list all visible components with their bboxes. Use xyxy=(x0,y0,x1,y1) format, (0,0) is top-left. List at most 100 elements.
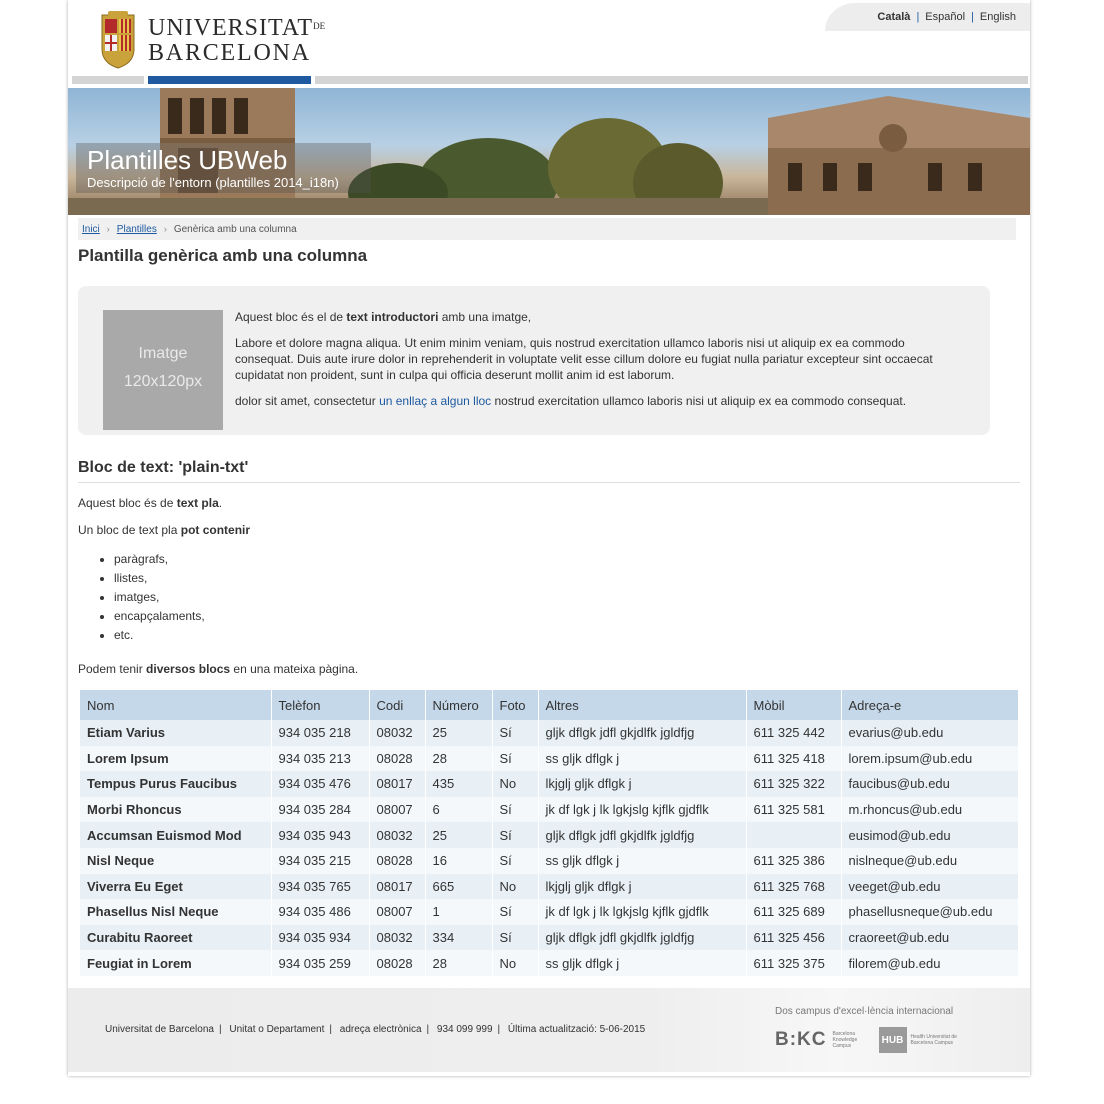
intro-paragraph-1: Aquest bloc és el de text introductori a… xyxy=(235,310,532,324)
table-cell: 611 325 442 xyxy=(746,720,842,746)
column-header: Nom xyxy=(80,690,272,720)
table-cell: 934 035 218 xyxy=(271,720,370,746)
table-cell: 08032 xyxy=(369,822,426,848)
table-cell: 934 035 284 xyxy=(271,796,370,823)
list-item: imatges, xyxy=(114,588,1020,607)
table-row: Accumsan Euismod Mod 934 035 943 08032 25 Sí… xyxy=(80,822,1019,848)
table-cell: Sí xyxy=(492,720,539,746)
table-cell: veeget@ub.edu xyxy=(841,873,1019,900)
footer-email[interactable]: adreça electrònica xyxy=(340,1024,422,1035)
table-cell: jk df lgk j lk lgkjslg kjflk gjdflk xyxy=(538,899,747,925)
table-cell: 611 325 768 xyxy=(746,873,842,900)
table-cell: No xyxy=(492,873,539,900)
list-item: etc. xyxy=(114,626,1020,645)
table-cell: 08028 xyxy=(369,745,426,772)
table-cell: lkjglj gljk dflgk j xyxy=(538,873,747,900)
table-cell: filorem@ub.edu xyxy=(841,950,1019,976)
table-cell: 611 325 456 xyxy=(746,924,842,951)
table-cell: ss gljk dflgk j xyxy=(538,847,747,874)
bkc-logo[interactable]: B:KC xyxy=(775,1029,827,1051)
contacts-table: Nom Telèfon Codi Número Foto Altres Mòbi… xyxy=(80,690,1019,976)
lang-espanol[interactable]: Español xyxy=(925,11,965,23)
table-row: Etiam Varius 934 035 218 08032 25 Sí gljk dfl… xyxy=(80,720,1019,746)
logo-wordmark: UNIVERSITATDE BARCELONA xyxy=(148,14,325,66)
nav-bars xyxy=(68,76,1030,85)
table-cell: 611 325 386 xyxy=(746,847,842,874)
footer-unit: Unitat o Departament xyxy=(229,1024,325,1035)
table-cell: faucibus@ub.edu xyxy=(841,771,1019,797)
breadcrumb-inici[interactable]: Inici xyxy=(82,224,100,235)
ub-logo[interactable]: UNIVERSITATDE BARCELONA xyxy=(100,11,325,69)
table-cell: craoreet@ub.edu xyxy=(841,924,1019,951)
table-cell-name: Etiam Varius xyxy=(80,720,272,746)
hub-logo[interactable]: HUB xyxy=(878,1027,907,1053)
table-cell: 611 325 375 xyxy=(746,950,842,976)
table-cell xyxy=(746,822,842,848)
ub-crest-icon xyxy=(100,11,136,69)
banner-title: Plantilles UBWeb xyxy=(87,145,288,175)
intro-link[interactable]: un enllaç a algun lloc xyxy=(379,394,491,408)
banner-subtitle: Descripció de l'entorn (plantilles 2014_… xyxy=(87,175,339,190)
lang-english[interactable]: English xyxy=(980,11,1016,23)
table-cell: jk df lgk j lk lgkjslg kjflk gjdflk xyxy=(538,796,747,823)
plain-paragraph-1: Aquest bloc és de text pla. xyxy=(78,496,223,510)
table-cell: 08028 xyxy=(369,847,426,874)
table-cell: 08017 xyxy=(369,873,426,900)
table-cell-name: Morbi Rhoncus xyxy=(80,796,272,823)
table-cell: nislneque@ub.edu xyxy=(841,847,1019,874)
table-row: Curabitu Raoreet 934 035 934 08032 334 Sí glj… xyxy=(80,924,1019,951)
lang-catala[interactable]: Català xyxy=(877,11,910,23)
site-footer: Universitat de Barcelona | Unitat o Depar… xyxy=(68,988,1030,1072)
plain-paragraph-2: Un bloc de text pla pot contenir xyxy=(78,523,251,537)
table-cell: ss gljk dflgk j xyxy=(538,950,747,976)
column-header: Altres xyxy=(538,690,747,720)
table-cell: 25 xyxy=(425,822,493,848)
table-cell: 1 xyxy=(425,899,493,925)
table-cell: 611 325 322 xyxy=(746,771,842,797)
table-cell: 934 035 476 xyxy=(271,771,370,797)
breadcrumb-plantilles[interactable]: Plantilles xyxy=(117,224,157,235)
table-cell: gljk dflgk jdfl gkjdlfk jgldfjg xyxy=(538,720,747,746)
nav-bar-active xyxy=(148,76,311,84)
table-cell: 25 xyxy=(425,720,493,746)
page: UNIVERSITATDE BARCELONA Català | Español… xyxy=(68,0,1030,1076)
table-cell-name: Viverra Eu Eget xyxy=(80,873,272,900)
table-cell-name: Nisl Neque xyxy=(80,847,272,874)
table-cell: ss gljk dflgk j xyxy=(538,745,747,772)
logo-top-text: UNIVERSITAT xyxy=(148,15,314,41)
table-cell: phasellusneque@ub.edu xyxy=(841,899,1019,925)
page-title: Plantilla genèrica amb una columna xyxy=(78,246,368,265)
table-cell-name: Lorem Ipsum xyxy=(80,745,272,772)
bkc-logo-caption: Barcelona Knowledge Campus xyxy=(832,1031,858,1049)
table-cell: Sí xyxy=(492,796,539,823)
breadcrumb-current: Genèrica amb una columna xyxy=(173,223,297,235)
table-cell: 665 xyxy=(425,873,493,900)
table-header-row: Nom Telèfon Codi Número Foto Altres Mòbi… xyxy=(80,690,1019,720)
intro-text: Aquest bloc és el de text introductori a… xyxy=(235,309,965,419)
intro-block: Imatge 120x120px Aquest bloc és el de te… xyxy=(78,286,990,435)
table-body: Etiam Varius 934 035 218 08032 25 Sí gljk dfl… xyxy=(80,720,1019,976)
table-cell: No xyxy=(492,950,539,976)
table-row: Feugiat in Lorem 934 035 259 08028 28 No ss g… xyxy=(80,950,1019,976)
table-cell-name: Accumsan Euismod Mod xyxy=(80,822,272,848)
table-cell: Sí xyxy=(492,847,539,874)
column-header: Codi xyxy=(369,690,426,720)
list-item: llistes, xyxy=(114,569,1020,588)
table-cell: 934 035 259 xyxy=(271,950,370,976)
table-cell: 934 035 215 xyxy=(271,847,370,874)
chevron-right-icon: › xyxy=(163,224,167,234)
list-item: encapçalaments, xyxy=(114,607,1020,626)
table-row: Tempus Purus Faucibus 934 035 476 08017 435… xyxy=(80,771,1019,797)
nav-bar-right xyxy=(315,76,1028,84)
intro-paragraph-3: dolor sit amet, consectetur un enllaç a … xyxy=(235,394,907,408)
plain-text-block: Aquest bloc és de text pla. Un bloc de t… xyxy=(78,496,1020,676)
table-cell-name: Phasellus Nisl Neque xyxy=(80,899,272,925)
table-row: Nisl Neque 934 035 215 08028 16 Sí ss gljk df… xyxy=(80,847,1019,874)
table-cell: 08007 xyxy=(369,796,426,823)
table-cell: 334 xyxy=(425,924,493,951)
chevron-right-icon: › xyxy=(106,224,110,234)
table-cell: 934 035 934 xyxy=(271,924,370,951)
column-header: Foto xyxy=(492,690,539,720)
table-cell: eusimod@ub.edu xyxy=(841,822,1019,848)
campus-logos: B:KC Barcelona Knowledge Campus HUB Heal… xyxy=(775,1027,961,1053)
